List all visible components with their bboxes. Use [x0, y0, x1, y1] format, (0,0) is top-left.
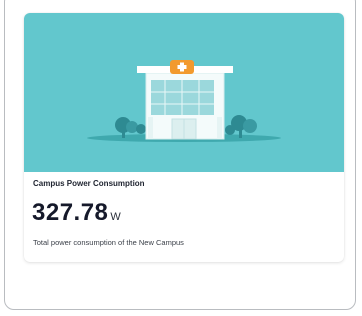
card-title: Campus Power Consumption	[33, 179, 145, 188]
tree-icon	[225, 115, 257, 138]
hospital-building-icon	[87, 60, 281, 142]
card-description: Total power consumption of the New Campu…	[33, 238, 184, 247]
power-metric: 327.78 W	[32, 199, 121, 227]
card-illustration	[24, 13, 344, 172]
power-consumption-card[interactable]: Campus Power Consumption 327.78 W Total p…	[24, 13, 344, 262]
power-value: 327.78	[32, 199, 109, 226]
power-unit: W	[110, 211, 121, 223]
